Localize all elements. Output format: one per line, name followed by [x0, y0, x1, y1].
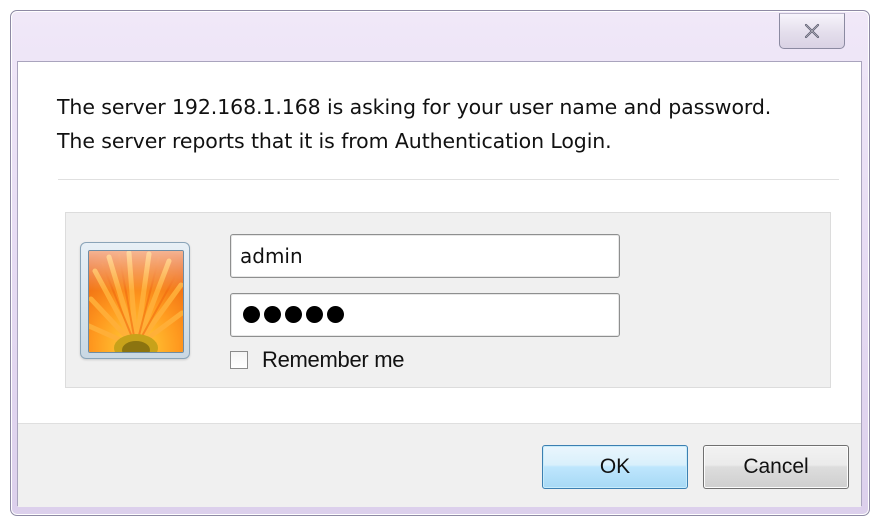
divider — [58, 179, 839, 180]
password-mask — [243, 306, 344, 323]
message-line-realm: The server reports that it is from Authe… — [57, 129, 612, 153]
username-field[interactable] — [230, 234, 620, 278]
user-avatar-flower-icon — [80, 242, 190, 359]
cancel-button[interactable]: Cancel — [703, 445, 849, 489]
remember-me-label[interactable]: Remember me — [262, 347, 404, 373]
auth-message: The server 192.168.1.168 is asking for y… — [57, 90, 847, 158]
credential-panel: Remember me — [65, 212, 831, 388]
password-field[interactable] — [230, 293, 620, 337]
ok-button[interactable]: OK — [542, 445, 688, 489]
remember-me-checkbox[interactable] — [230, 351, 248, 369]
button-bar: OK Cancel — [18, 423, 861, 507]
close-icon — [804, 23, 820, 39]
remember-me-row[interactable]: Remember me — [230, 346, 404, 374]
message-line-server: The server 192.168.1.168 is asking for y… — [57, 95, 772, 119]
avatar-image — [88, 250, 184, 353]
dialog-content: The server 192.168.1.168 is asking for y… — [17, 61, 862, 507]
close-button[interactable] — [779, 13, 845, 49]
